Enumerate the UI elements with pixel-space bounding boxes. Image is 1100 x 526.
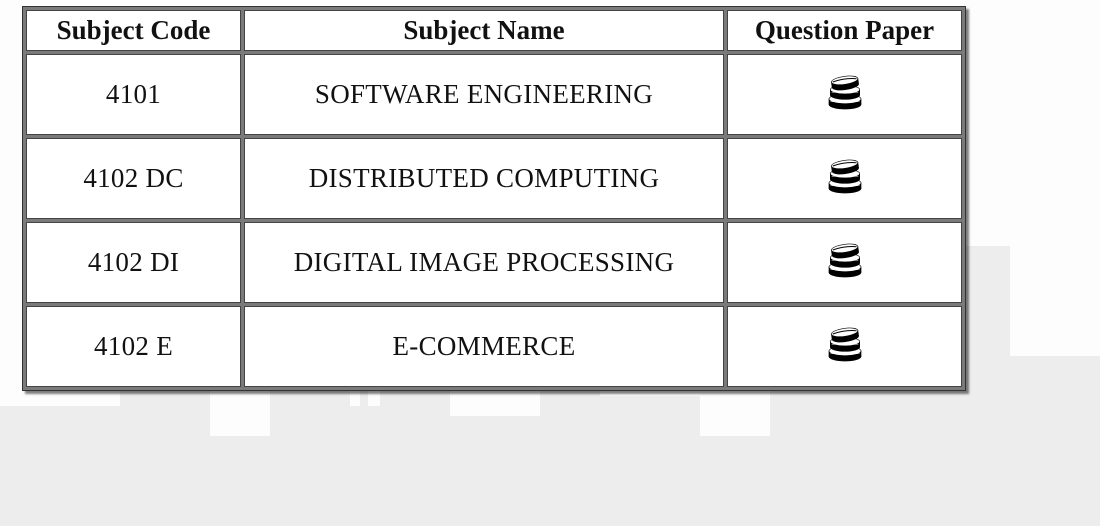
cell-question-paper (727, 222, 962, 303)
books-icon (823, 323, 867, 363)
cell-question-paper (727, 54, 962, 135)
header-subject-name: Subject Name (244, 10, 724, 51)
table-row: 4102 DCDISTRIBUTED COMPUTING (26, 138, 962, 219)
question-paper-link[interactable] (823, 323, 867, 363)
cell-subject-name: E-COMMERCE (244, 306, 724, 387)
cell-subject-code: 4101 (26, 54, 241, 135)
table-row: 4101SOFTWARE ENGINEERING (26, 54, 962, 135)
books-icon (823, 71, 867, 111)
books-icon (823, 239, 867, 279)
cell-question-paper (727, 306, 962, 387)
header-question-paper: Question Paper (727, 10, 962, 51)
cell-subject-name: DISTRIBUTED COMPUTING (244, 138, 724, 219)
cell-subject-code: 4102 E (26, 306, 241, 387)
question-paper-link[interactable] (823, 155, 867, 195)
cell-subject-code: 4102 DC (26, 138, 241, 219)
cell-subject-name: DIGITAL IMAGE PROCESSING (244, 222, 724, 303)
cell-question-paper (727, 138, 962, 219)
books-icon (823, 155, 867, 195)
question-paper-link[interactable] (823, 71, 867, 111)
subjects-table: Subject Code Subject Name Question Paper… (22, 6, 966, 391)
header-subject-code: Subject Code (26, 10, 241, 51)
table-row: 4102 EE-COMMERCE (26, 306, 962, 387)
cell-subject-code: 4102 DI (26, 222, 241, 303)
cell-subject-name: SOFTWARE ENGINEERING (244, 54, 724, 135)
table-row: 4102 DIDIGITAL IMAGE PROCESSING (26, 222, 962, 303)
question-paper-link[interactable] (823, 239, 867, 279)
